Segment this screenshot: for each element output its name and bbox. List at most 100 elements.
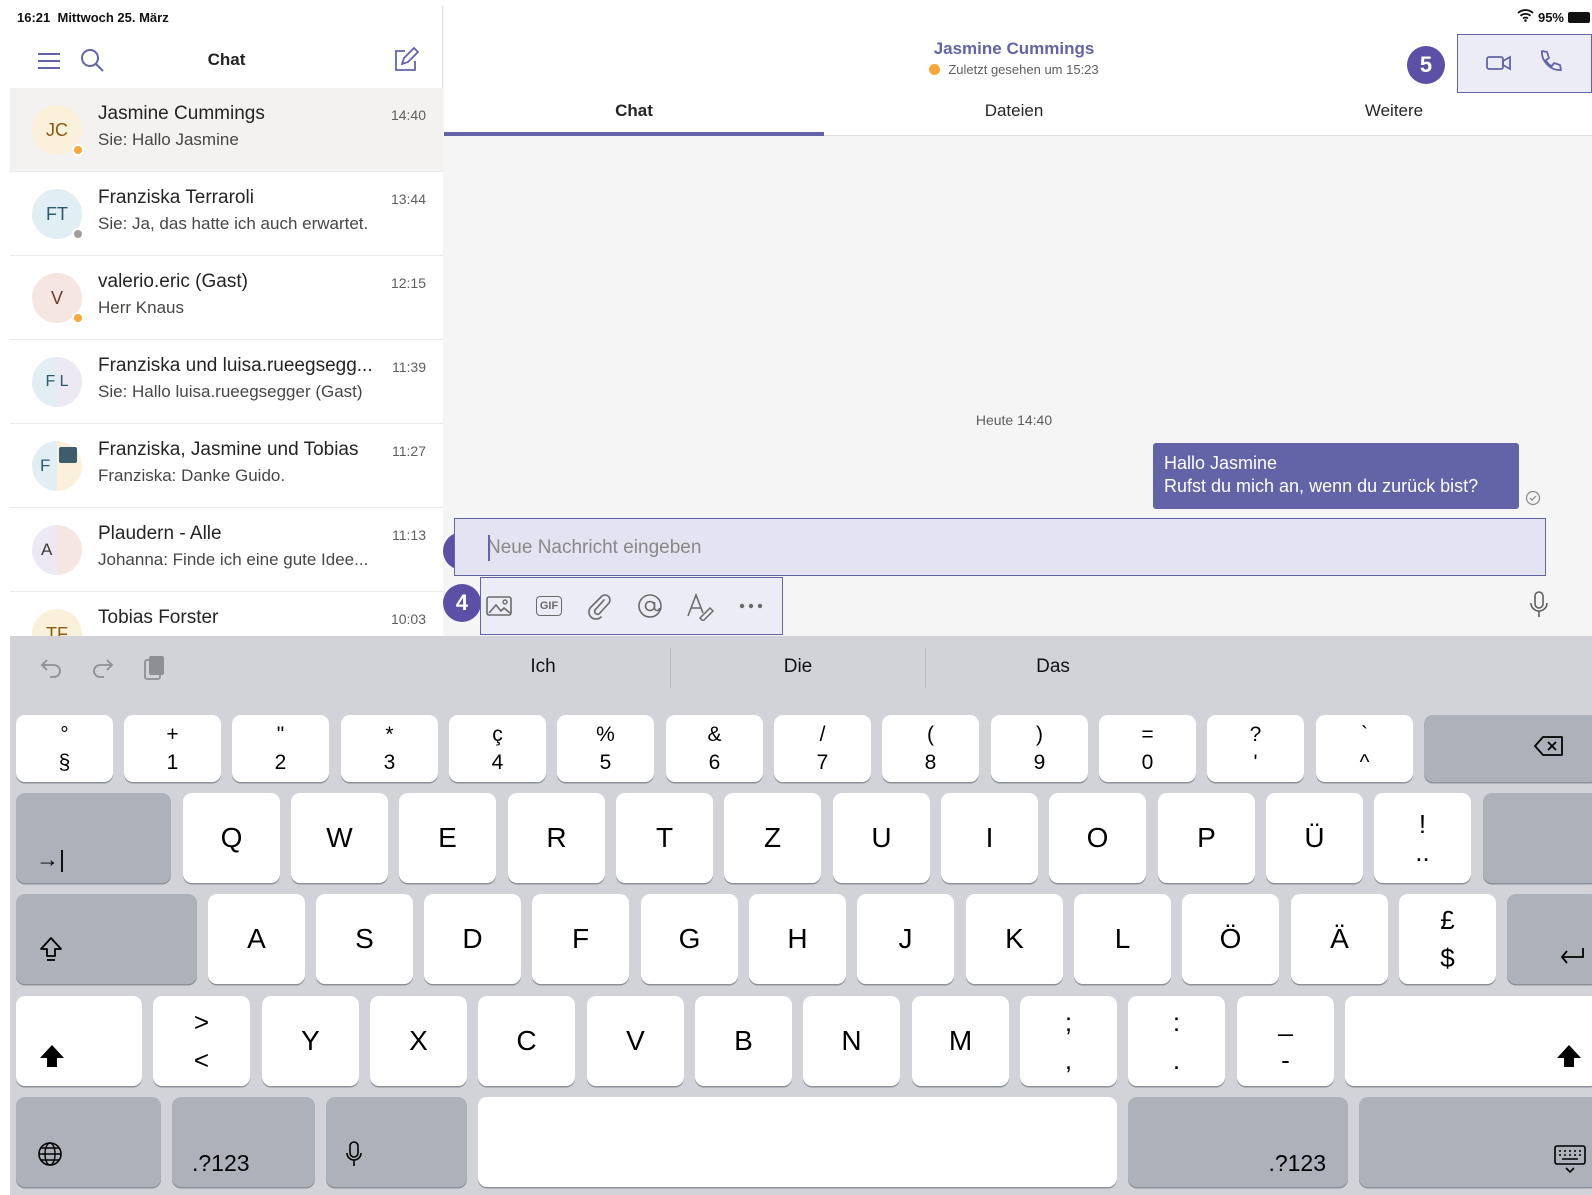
tab-weitere[interactable]: Weitere — [1204, 94, 1584, 136]
shift-right-key[interactable] — [1345, 996, 1592, 1086]
key-ue[interactable]: Ü — [1266, 793, 1363, 883]
microphone-icon[interactable] — [1526, 589, 1552, 621]
key-apostrophe[interactable]: ? ' — [1207, 715, 1304, 782]
key-q[interactable]: Q — [183, 793, 280, 883]
format-icon[interactable] — [684, 590, 716, 622]
key-j[interactable]: J — [857, 894, 954, 984]
chat-preview: Herr Knaus — [98, 298, 184, 317]
tab-key[interactable]: →| — [16, 793, 171, 883]
key-p[interactable]: P — [1158, 793, 1255, 883]
space-key[interactable] — [478, 1097, 1117, 1187]
key-x[interactable]: X — [370, 996, 467, 1086]
key-top: * — [385, 722, 394, 746]
key-z[interactable]: Z — [724, 793, 821, 883]
key-3[interactable]: * 3 — [341, 715, 438, 782]
chat-list-item[interactable]: FT Franziska Terraroli Sie: Ja, das hatt… — [10, 172, 443, 256]
key-bottom: 3 — [383, 750, 396, 774]
key-b[interactable]: B — [695, 996, 792, 1086]
suggestion-das[interactable]: Das — [953, 656, 1153, 678]
chat-list-item[interactable]: TF Tobias Forster 10:03 — [10, 592, 443, 636]
key-0[interactable]: = 0 — [1099, 715, 1196, 782]
key-h[interactable]: H — [749, 894, 846, 984]
key-5[interactable]: % 5 — [557, 715, 654, 782]
key-c[interactable]: C — [478, 996, 575, 1086]
key-l[interactable]: L — [1074, 894, 1171, 984]
key-6[interactable]: & 6 — [666, 715, 763, 782]
key-s[interactable]: S — [316, 894, 413, 984]
attach-icon[interactable] — [583, 590, 615, 622]
key-y[interactable]: Y — [262, 996, 359, 1086]
key-d[interactable]: D — [424, 894, 521, 984]
return-key-upper[interactable] — [1483, 793, 1592, 883]
key-underscore[interactable]: _ - — [1237, 996, 1334, 1086]
key-f[interactable]: F — [532, 894, 629, 984]
key-section[interactable]: ° § — [16, 715, 113, 782]
undo-icon[interactable] — [38, 654, 66, 682]
message-input[interactable] — [487, 533, 1527, 563]
key-a[interactable]: A — [208, 894, 305, 984]
sent-message-bubble[interactable]: Hallo Jasmine Rufst du mich an, wenn du … — [1153, 443, 1519, 509]
key-v[interactable]: V — [587, 996, 684, 1086]
key-1[interactable]: +1 — [124, 715, 221, 782]
key-n[interactable]: N — [803, 996, 900, 1086]
video-call-icon[interactable] — [1484, 49, 1514, 77]
chat-list-item[interactable]: F L Franziska und luisa.rueegsegg... Sie… — [10, 340, 443, 424]
numbers-key-right[interactable]: .?123 — [1128, 1097, 1348, 1187]
tab-dateien[interactable]: Dateien — [824, 94, 1204, 136]
key-bottom: , — [1064, 1045, 1073, 1075]
paste-icon[interactable] — [140, 654, 168, 682]
backspace-key[interactable] — [1424, 715, 1592, 782]
key-pound[interactable]: £ $ — [1399, 894, 1496, 984]
gif-icon[interactable]: GIF — [533, 590, 565, 622]
mention-icon[interactable] — [634, 590, 666, 622]
key-k[interactable]: K — [966, 894, 1063, 984]
key-2[interactable]: " 2 — [232, 715, 329, 782]
globe-key[interactable] — [16, 1097, 161, 1187]
key-t[interactable]: T — [616, 793, 713, 883]
numbers-key-left[interactable]: .?123 — [172, 1097, 315, 1187]
key-9[interactable]: ) 9 — [991, 715, 1088, 782]
redo-icon[interactable] — [88, 654, 116, 682]
shift-left-key[interactable] — [16, 996, 142, 1086]
chat-list-item[interactable]: JC Jasmine Cummings Sie: Hallo Jasmine 1… — [10, 88, 443, 172]
key-angle-brackets[interactable]: > < — [153, 996, 250, 1086]
shift-icon — [1555, 1043, 1583, 1076]
presence-away-icon — [72, 312, 84, 324]
suggestion-die[interactable]: Die — [698, 656, 898, 678]
key-4[interactable]: ç4 — [449, 715, 546, 782]
key-i[interactable]: I — [941, 793, 1038, 883]
key-m[interactable]: M — [912, 996, 1009, 1086]
caps-lock-key[interactable] — [16, 894, 197, 984]
key-7[interactable]: /7 — [774, 715, 871, 782]
dictation-key[interactable] — [326, 1097, 467, 1187]
key-colon[interactable]: :. — [1128, 996, 1225, 1086]
key-w[interactable]: W — [291, 793, 388, 883]
key-r[interactable]: R — [508, 793, 605, 883]
return-key[interactable] — [1507, 894, 1592, 984]
compose-new-chat-icon[interactable] — [390, 46, 420, 76]
key-o[interactable]: O — [1049, 793, 1146, 883]
key-ae[interactable]: Ä — [1291, 894, 1388, 984]
image-icon[interactable] — [483, 590, 515, 622]
more-icon[interactable] — [735, 590, 767, 622]
key-e[interactable]: E — [399, 793, 496, 883]
chat-list-item[interactable]: V valerio.eric (Gast) Herr Knaus 12:15 — [10, 256, 443, 340]
key-8[interactable]: (8 — [882, 715, 979, 782]
key-caret[interactable]: ` ^ — [1316, 715, 1413, 782]
key-top: ` — [1361, 722, 1368, 746]
chat-list-item[interactable]: A Plaudern - Alle Johanna: Finde ich ein… — [10, 508, 443, 592]
key-bottom: 9 — [1033, 750, 1046, 774]
key-exclamation[interactable]: !.. — [1374, 793, 1471, 883]
chat-list-item[interactable]: F Franziska, Jasmine und Tobias Franzisk… — [10, 424, 443, 508]
key-u[interactable]: U — [833, 793, 930, 883]
audio-call-icon[interactable] — [1534, 47, 1564, 77]
key-g[interactable]: G — [641, 894, 738, 984]
dismiss-keyboard-key[interactable] — [1359, 1097, 1592, 1187]
key-top: ! — [1418, 809, 1427, 839]
text-caret — [488, 535, 490, 561]
tab-chat[interactable]: Chat — [444, 94, 824, 136]
key-semicolon[interactable]: ;, — [1020, 996, 1117, 1086]
gif-label: GIF — [535, 596, 563, 616]
key-oe[interactable]: Ö — [1182, 894, 1279, 984]
suggestion-ich[interactable]: Ich — [443, 656, 643, 678]
